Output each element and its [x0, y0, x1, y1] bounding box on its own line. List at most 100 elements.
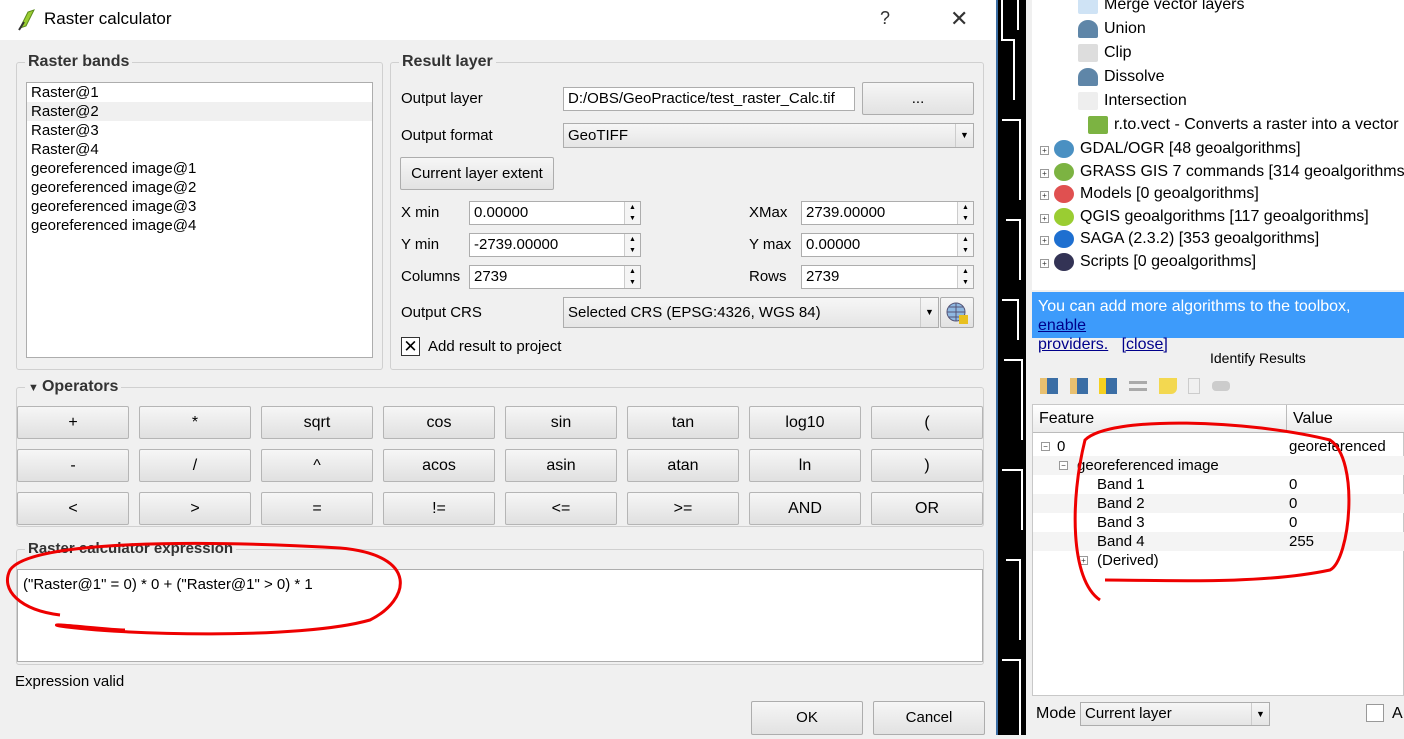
toolbox-algorithm-item[interactable]: Merge vector layers	[1078, 0, 1245, 14]
columns-spinbox[interactable]: 2739 ▲ ▼	[469, 265, 641, 289]
operator-button[interactable]: -	[17, 449, 129, 482]
operators-title[interactable]: ▼ Operators	[25, 378, 122, 396]
close-button[interactable]: ✕	[950, 6, 968, 32]
output-format-select[interactable]: GeoTIFF ▼	[563, 123, 974, 148]
list-icon[interactable]	[1128, 380, 1147, 391]
operator-button[interactable]: )	[871, 449, 983, 482]
toolbox-provider-item[interactable]: Models [0 geoalgorithms]	[1054, 185, 1259, 203]
feature-column-header[interactable]: Feature	[1033, 405, 1287, 433]
map-canvas-strip[interactable]	[996, 0, 1026, 735]
toolbox-algorithm-item[interactable]: Clip	[1078, 44, 1132, 62]
toolbox-algorithm-item[interactable]: r.to.vect - Converts a raster into a vec…	[1088, 116, 1404, 134]
operator-button[interactable]: >	[139, 492, 251, 525]
operator-button[interactable]: OR	[871, 492, 983, 525]
xmax-spinbox[interactable]: 2739.00000 ▲ ▼	[801, 201, 974, 225]
expression-textarea[interactable]: ("Raster@1" = 0) * 0 + ("Raster@1" > 0) …	[17, 569, 983, 662]
toolbox-provider-item[interactable]: Scripts [0 geoalgorithms]	[1054, 252, 1256, 271]
operator-button[interactable]: tan	[627, 406, 739, 439]
raster-band-item[interactable]: Raster@3	[27, 121, 372, 140]
enable-providers-link[interactable]: enable	[1038, 317, 1086, 334]
ymin-spinbox[interactable]: -2739.00000 ▲ ▼	[469, 233, 641, 257]
spin-arrows-icon[interactable]: ▲ ▼	[957, 266, 973, 288]
toolbox-provider-item[interactable]: SAGA (2.3.2) [353 geoalgorithms]	[1054, 230, 1319, 248]
raster-band-item[interactable]: georeferenced image@1	[27, 159, 372, 178]
raster-band-item[interactable]: georeferenced image@4	[27, 216, 372, 235]
operator-button[interactable]: =	[261, 492, 373, 525]
collapse-all-icon[interactable]	[1069, 377, 1088, 394]
toolbox-algorithm-item[interactable]: Intersection	[1078, 92, 1187, 110]
operator-button[interactable]: +	[17, 406, 129, 439]
expand-icon[interactable]: +	[1079, 556, 1088, 565]
tree-row-band[interactable]: Band 2 0	[1033, 494, 1404, 513]
operator-button[interactable]: ^	[261, 449, 373, 482]
tree-row-band[interactable]: Band 1 0	[1033, 475, 1404, 494]
toolbox-algorithm-item[interactable]: Dissolve	[1078, 68, 1164, 86]
add-result-checkbox[interactable]: ✕	[401, 337, 420, 356]
operator-button[interactable]: cos	[383, 406, 495, 439]
toolbox-provider-item[interactable]: GRASS GIS 7 commands [314 geoalgorithms	[1054, 162, 1404, 181]
toolbox-algorithm-item[interactable]: Union	[1078, 20, 1146, 38]
operator-button[interactable]: >=	[627, 492, 739, 525]
output-crs-select[interactable]: Selected CRS (EPSG:4326, WGS 84) ▼	[563, 297, 939, 328]
value-column-header[interactable]: Value	[1287, 405, 1404, 433]
expand-icon[interactable]: +	[1040, 168, 1049, 178]
ok-button[interactable]: OK	[751, 701, 863, 735]
copy-icon[interactable]	[1188, 377, 1201, 394]
tree-row-band[interactable]: Band 4 255	[1033, 532, 1404, 551]
raster-bands-list[interactable]: Raster@1 Raster@2 Raster@3 Raster@4 georefer…	[26, 82, 373, 358]
operator-button[interactable]: <	[17, 492, 129, 525]
spin-arrows-icon[interactable]: ▲ ▼	[957, 234, 973, 256]
providers-link[interactable]: providers.	[1038, 336, 1108, 353]
mode-select[interactable]: Current layer ▼	[1080, 702, 1270, 726]
operator-button[interactable]: sin	[505, 406, 617, 439]
ymax-spinbox[interactable]: 0.00000 ▲ ▼	[801, 233, 974, 257]
print-icon[interactable]	[1211, 380, 1230, 391]
toolbox-provider-item[interactable]: GDAL/OGR [48 geoalgorithms]	[1054, 140, 1301, 158]
toolbox-provider-item[interactable]: QGIS geoalgorithms [117 geoalgorithms]	[1054, 207, 1369, 226]
browse-button[interactable]: ...	[862, 82, 974, 115]
operator-button[interactable]: log10	[749, 406, 861, 439]
operator-button[interactable]: ln	[749, 449, 861, 482]
raster-band-item[interactable]: Raster@2	[27, 102, 372, 121]
raster-band-item[interactable]: Raster@1	[27, 83, 372, 102]
banner-close-link[interactable]: [close]	[1122, 336, 1168, 353]
tree-row-layer[interactable]: − georeferenced image	[1033, 456, 1404, 475]
rows-spinbox[interactable]: 2739 ▲ ▼	[801, 265, 974, 289]
operator-button[interactable]: AND	[749, 492, 861, 525]
expand-new-icon[interactable]	[1099, 377, 1118, 394]
expand-icon[interactable]: +	[1040, 191, 1049, 200]
collapse-icon[interactable]: −	[1041, 442, 1050, 451]
collapse-icon[interactable]: −	[1059, 461, 1068, 470]
xmin-spinbox[interactable]: 0.00000 ▲ ▼	[469, 201, 641, 225]
raster-band-item[interactable]: Raster@4	[27, 140, 372, 159]
expand-icon[interactable]: +	[1040, 213, 1049, 223]
operator-button[interactable]: atan	[627, 449, 739, 482]
help-button[interactable]: ?	[880, 8, 890, 29]
spin-arrows-icon[interactable]: ▲ ▼	[624, 202, 640, 224]
crs-selector-button[interactable]	[940, 297, 974, 328]
operator-button[interactable]: *	[139, 406, 251, 439]
operator-button[interactable]: /	[139, 449, 251, 482]
cancel-button[interactable]: Cancel	[873, 701, 985, 735]
tree-row-band[interactable]: Band 3 0	[1033, 513, 1404, 532]
spin-arrows-icon[interactable]: ▲ ▼	[957, 202, 973, 224]
operator-button[interactable]: !=	[383, 492, 495, 525]
raster-band-item[interactable]: georeferenced image@3	[27, 197, 372, 216]
auto-open-checkbox[interactable]	[1366, 704, 1384, 722]
expand-all-icon[interactable]	[1040, 377, 1058, 394]
expand-icon[interactable]: +	[1040, 236, 1049, 245]
tree-row-derived[interactable]: + (Derived)	[1033, 551, 1404, 570]
current-layer-extent-button[interactable]: Current layer extent	[400, 157, 554, 190]
spin-arrows-icon[interactable]: ▲ ▼	[624, 234, 640, 256]
raster-band-item[interactable]: georeferenced image@2	[27, 178, 372, 197]
operator-button[interactable]: asin	[505, 449, 617, 482]
operator-button[interactable]: acos	[383, 449, 495, 482]
spin-arrows-icon[interactable]: ▲ ▼	[624, 266, 640, 288]
operator-button[interactable]: (	[871, 406, 983, 439]
expand-icon[interactable]: +	[1040, 258, 1049, 268]
clear-highlight-icon[interactable]	[1158, 377, 1177, 394]
operator-button[interactable]: sqrt	[261, 406, 373, 439]
expand-icon[interactable]: +	[1040, 146, 1049, 155]
tree-row-root[interactable]: − 0 georeferenced im	[1033, 437, 1404, 474]
output-layer-input[interactable]: D:/OBS/GeoPractice/test_raster_Calc.tif	[563, 87, 855, 111]
